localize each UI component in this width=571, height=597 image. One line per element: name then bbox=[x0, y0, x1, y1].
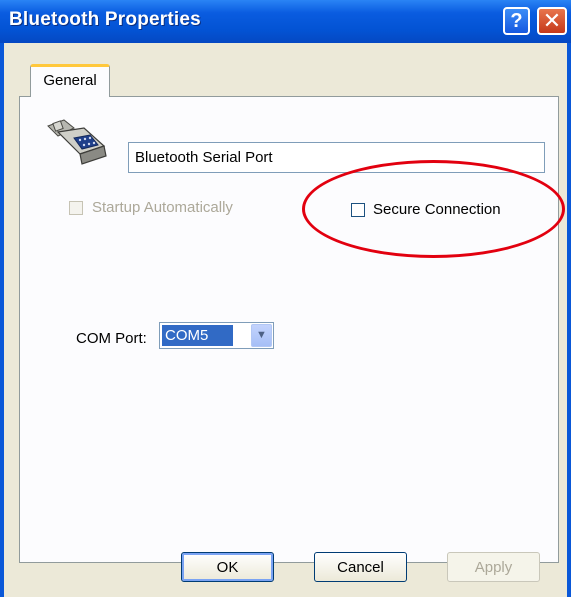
tab-general[interactable]: General bbox=[30, 64, 110, 97]
com-port-select[interactable]: COM5 ▼ bbox=[159, 322, 274, 349]
startup-automatically-checkbox[interactable] bbox=[69, 201, 83, 215]
secure-connection-label: Secure Connection bbox=[373, 201, 501, 218]
chevron-down-icon[interactable]: ▼ bbox=[251, 324, 272, 347]
help-button[interactable]: ? bbox=[503, 7, 530, 35]
startup-automatically-label: Startup Automatically bbox=[92, 199, 233, 216]
serial-port-icon bbox=[47, 119, 107, 165]
secure-connection-checkbox[interactable] bbox=[351, 203, 365, 217]
close-button[interactable]: ✕ bbox=[537, 7, 567, 35]
com-port-label: COM Port: bbox=[76, 330, 147, 347]
title-bar[interactable]: Bluetooth Properties ? ✕ bbox=[0, 0, 571, 43]
cancel-button[interactable]: Cancel bbox=[314, 552, 407, 582]
bluetooth-properties-dialog: Bluetooth Properties ? ✕ General Startup… bbox=[0, 0, 571, 597]
service-name-input[interactable] bbox=[128, 142, 545, 173]
apply-button[interactable]: Apply bbox=[447, 552, 540, 582]
dialog-client-area: General Startup Automatically Secure Con… bbox=[4, 43, 567, 597]
ok-button[interactable]: OK bbox=[181, 552, 274, 582]
com-port-value: COM5 bbox=[162, 325, 233, 346]
window-title: Bluetooth Properties bbox=[9, 9, 201, 30]
